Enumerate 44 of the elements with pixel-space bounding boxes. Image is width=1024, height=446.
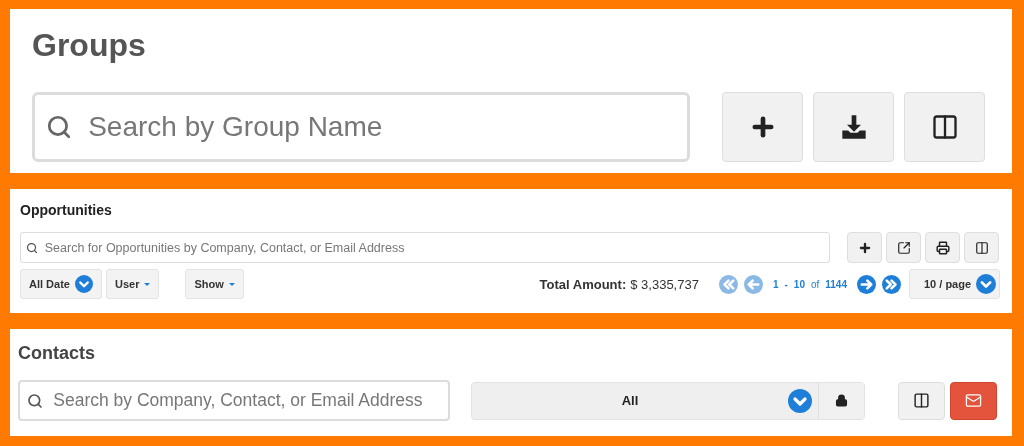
download-button[interactable] [813,92,894,162]
chevron-down-icon [788,388,812,413]
page-range-separator: - [784,278,788,290]
chevron-down-icon [74,275,93,293]
caret-icon [144,282,151,286]
search-icon [26,241,39,254]
record-count: 1144 [825,278,847,290]
mail-icon [965,392,982,409]
columns-icon [913,392,930,409]
filter-dropdown[interactable]: All Date [20,269,102,299]
caret-icon [228,282,235,286]
columns-button[interactable] [904,92,985,162]
filter-dropdown[interactable]: User [105,269,160,299]
columns-icon [974,240,989,255]
page-range-end: 10 [793,278,805,290]
page-range-start: 1 [772,278,779,290]
export-button[interactable] [886,232,921,263]
search-field[interactable]: Search by Company, Contact, or Email Address [18,380,450,421]
email-button[interactable] [950,381,997,420]
total-label: Total Amount: [539,276,627,292]
total-amount: $ 3,335,737 [630,276,699,292]
search-icon [46,114,72,140]
add-button[interactable] [722,92,803,162]
chevron-down-icon [976,274,996,294]
printer-icon [935,240,950,255]
section-title: Opportunities [20,202,113,218]
columns-button[interactable] [964,232,999,263]
section-title: Contacts [18,343,96,364]
share-icon [896,240,911,255]
section-title: Groups [32,27,147,64]
add-button[interactable] [847,232,882,263]
page-range-of: of [810,278,820,290]
search-field[interactable]: Search by Group Name [32,92,690,162]
plus-icon [857,240,872,255]
lock-button[interactable] [818,382,864,419]
print-button[interactable] [925,232,960,263]
page-size-dropdown[interactable]: 10 / page [909,269,1000,299]
download-icon [839,113,868,141]
search-icon [26,392,43,409]
search-field[interactable]: Search for Opportunities by Company, Contact, or Email Address [20,232,830,263]
columns-button[interactable] [898,381,945,420]
lock-icon [835,394,848,407]
filter-dropdown[interactable]: Show [185,269,244,299]
columns-icon [930,113,959,141]
